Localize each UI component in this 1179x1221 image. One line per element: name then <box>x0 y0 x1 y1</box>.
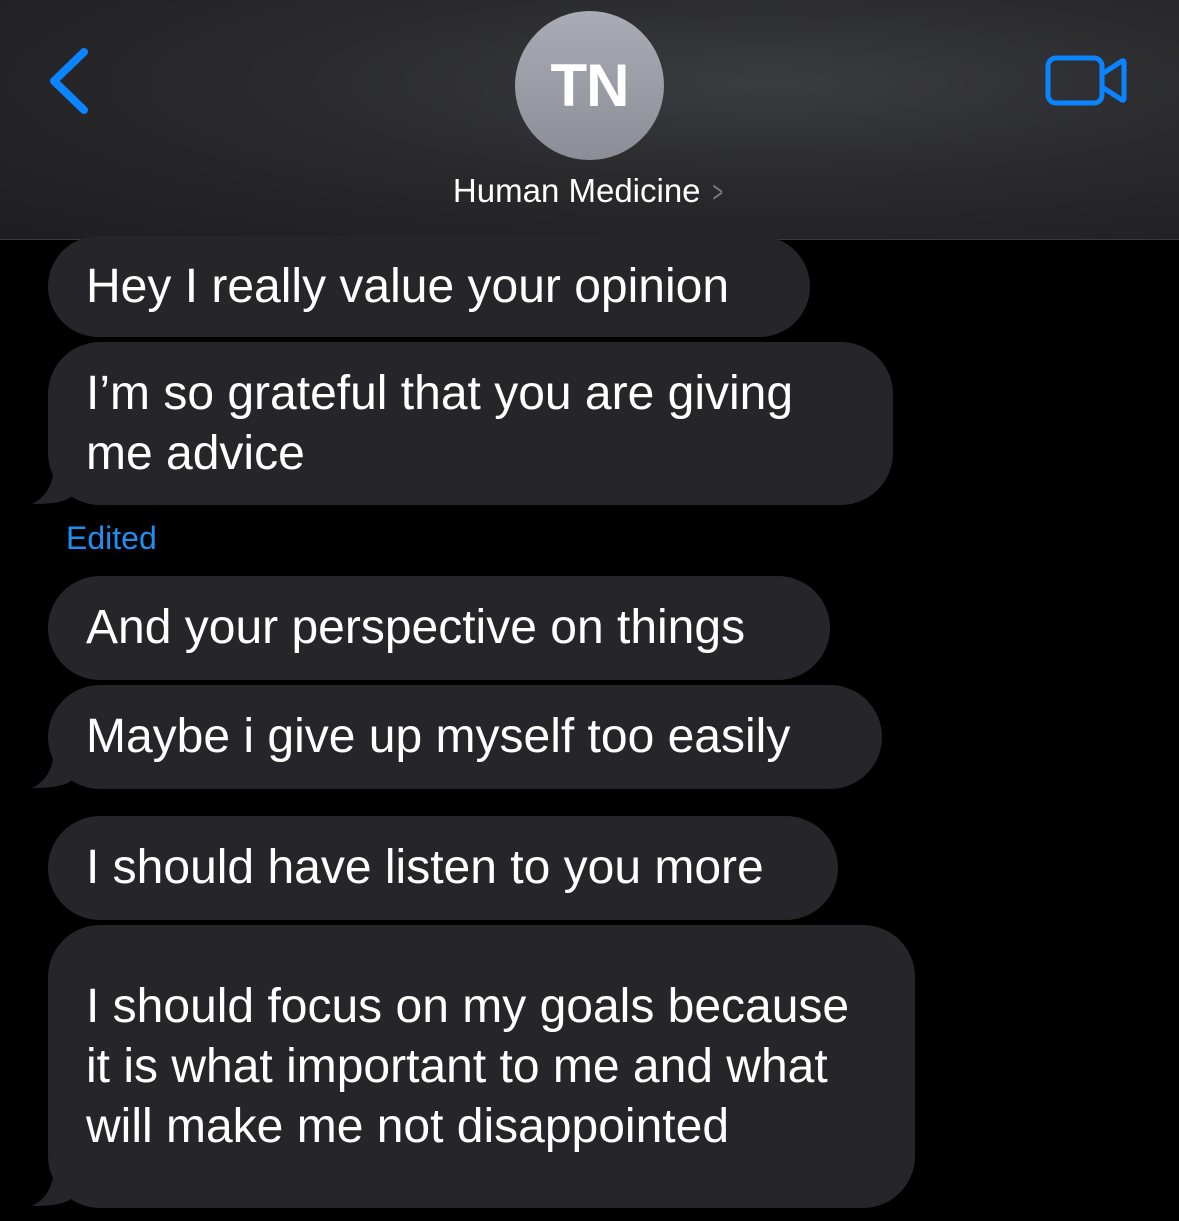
facetime-video-button[interactable] <box>1040 50 1132 112</box>
bubble-tail <box>32 462 76 504</box>
back-button[interactable] <box>40 40 100 120</box>
message-bubble[interactable]: And your perspective on things <box>48 576 830 680</box>
conversation-header: TN Human Medicine > <box>0 0 1179 240</box>
edited-label[interactable]: Edited <box>66 520 157 557</box>
message-text: I’m so grateful that you are giving me a… <box>86 366 794 480</box>
message-bubble[interactable]: I should have listen to you more <box>48 816 838 920</box>
message-text: I should have listen to you more <box>86 841 764 894</box>
message-bubble[interactable]: Hey I really value your opinion <box>48 236 810 337</box>
message-bubble[interactable]: I should focus on my goals because it is… <box>48 925 915 1208</box>
message-bubble[interactable]: I’m so grateful that you are giving me a… <box>48 342 893 505</box>
contact-avatar[interactable]: TN <box>515 11 664 160</box>
video-camera-icon <box>1045 55 1127 106</box>
chevron-left-icon <box>50 48 88 114</box>
message-bubble[interactable]: Maybe i give up myself too easily <box>48 685 882 789</box>
bubble-tail <box>32 746 76 788</box>
avatar-initials: TN <box>550 52 630 119</box>
contact-name-button[interactable]: Human Medicine > <box>0 172 1179 210</box>
message-text: Maybe i give up myself too easily <box>86 710 791 763</box>
message-text: I should focus on my goals because it is… <box>86 979 850 1153</box>
chevron-right-icon: > <box>712 176 723 209</box>
bubble-tail <box>32 1164 76 1206</box>
message-text: Hey I really value your opinion <box>86 259 730 313</box>
contact-name: Human Medicine <box>452 172 701 209</box>
message-text: And your perspective on things <box>86 601 746 654</box>
